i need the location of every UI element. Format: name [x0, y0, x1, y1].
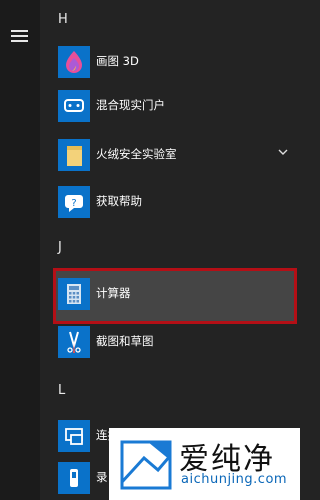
app-label: 录 [96, 470, 108, 484]
section-letter-j[interactable]: J [58, 240, 62, 255]
help-icon: ? [58, 186, 90, 218]
app-label: 画图 3D [96, 54, 139, 68]
section-letter-h[interactable]: H [58, 12, 68, 27]
svg-text:?: ? [71, 198, 76, 209]
watermark-logo-icon [120, 440, 172, 490]
left-rail [0, 0, 40, 500]
app-list: H 画图 3D 混合现实门户 火绒安全实验室 ? 获取帮助 J 计算器 截图和草… [40, 0, 300, 500]
app-label: 获取帮助 [96, 194, 142, 208]
app-label: 混合现实门户 [96, 98, 165, 112]
app-label: 火绒安全实验室 [96, 147, 177, 161]
section-letter-l[interactable]: L [58, 383, 65, 398]
folder-icon [58, 139, 90, 171]
app-item-mixed-reality[interactable]: 混合现实门户 [54, 86, 294, 126]
paint3d-icon [58, 46, 90, 78]
chevron-down-icon[interactable] [278, 148, 288, 156]
app-item-get-help[interactable]: ? 获取帮助 [54, 182, 294, 222]
watermark-url: aichunjing.com [181, 472, 288, 487]
hamburger-icon[interactable] [11, 30, 28, 43]
app-item-calculator[interactable]: 计算器 [54, 274, 294, 314]
mixed-reality-icon [58, 90, 90, 122]
voice-recorder-icon [58, 462, 90, 494]
calculator-icon [58, 278, 90, 310]
app-label: 截图和草图 [96, 334, 154, 348]
snip-sketch-icon [58, 326, 90, 358]
app-item-huorong[interactable]: 火绒安全实验室 [54, 135, 294, 175]
app-label: 计算器 [96, 286, 131, 300]
watermark: 爱纯净 aichunjing.com [109, 428, 300, 500]
app-item-paint3d[interactable]: 画图 3D [54, 42, 294, 82]
connect-icon [58, 420, 90, 452]
app-item-snip-sketch[interactable]: 截图和草图 [54, 322, 294, 362]
